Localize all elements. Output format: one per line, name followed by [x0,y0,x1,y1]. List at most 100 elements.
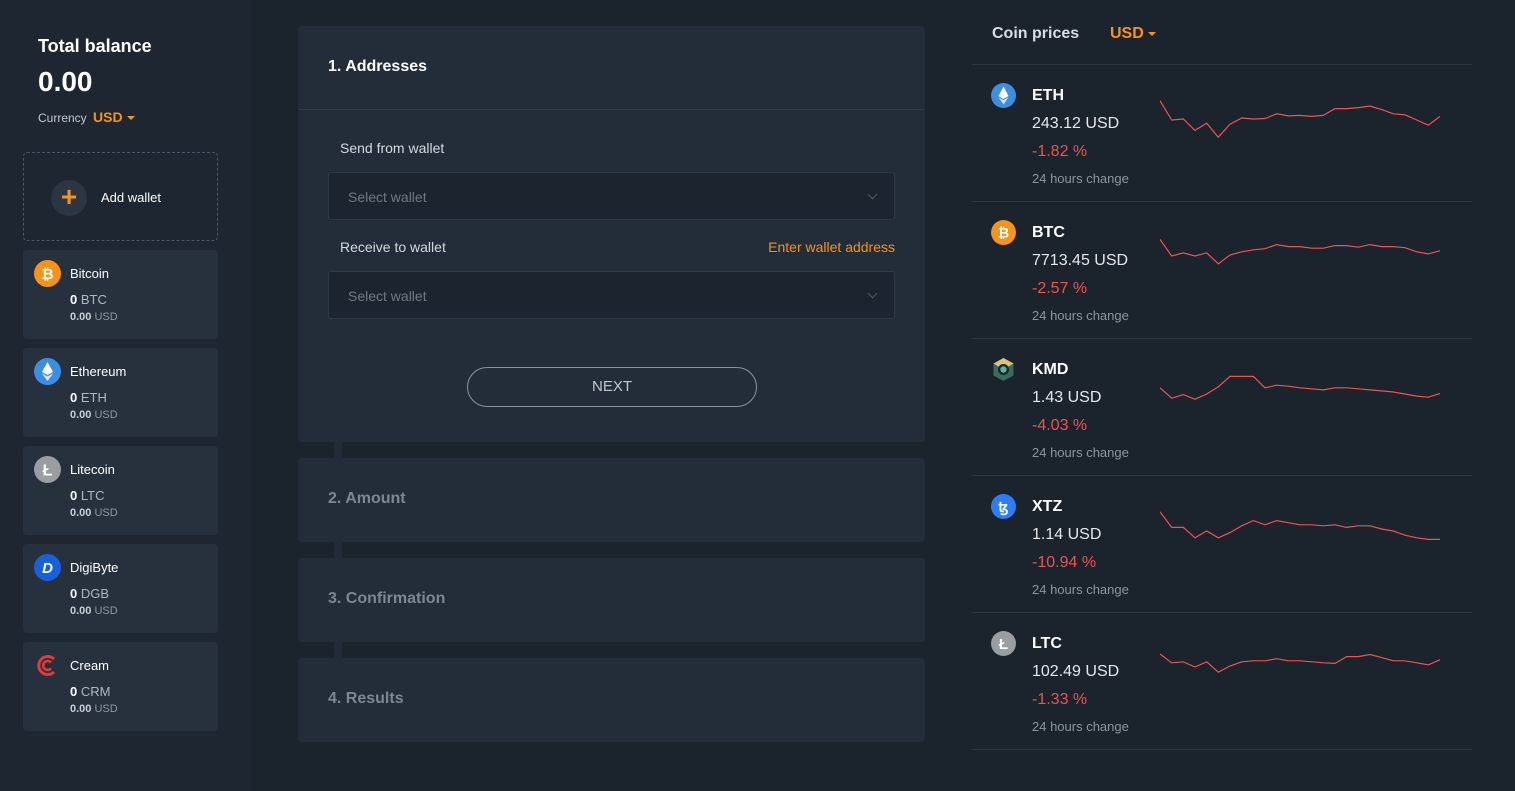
wallet-usd: 0.00 USD [70,409,118,421]
coin-price: 7713.45 USD [1032,252,1129,269]
sparkline-series [1160,511,1440,541]
currency-dropdown[interactable]: USD [93,109,135,125]
coin-change-label: 24 hours change [1032,171,1129,186]
caret-down-icon [1147,31,1156,36]
enter-wallet-address-link[interactable]: Enter wallet address [768,239,895,255]
wallet-usd-value: 0.00 [70,605,92,617]
add-wallet-button[interactable]: + Add wallet [23,152,218,241]
currency-label: Currency [38,111,87,125]
svg-text:₿: ₿ [998,225,1009,241]
send-from-placeholder: Select wallet [348,189,427,205]
wallet-usd-value: 0.00 [70,409,92,421]
wallet-usd: 0.00 USD [70,507,118,519]
plus-icon: + [51,180,87,216]
wallet-name: Cream [70,658,110,673]
wallet-amount: 0 LTC [70,488,104,503]
divider [972,749,1472,750]
wallet-card-cream[interactable]: Cream 0 CRM 0.00 USD [23,642,218,731]
wallet-usd-value: 0.00 [70,703,92,715]
step-connector [334,542,342,558]
wallet-usd: 0.00 USD [70,703,118,715]
wallet-symbol: ETH [80,390,107,405]
wallet-amount: 0 BTC [70,292,107,307]
sparkline-chart [1160,100,1440,139]
step-addresses-panel: 1. Addresses Send from wallet Select wal… [298,26,925,442]
wallet-amount: 0 DGB [70,586,109,601]
coin-price: 1.14 USD [1032,526,1102,543]
bitcoin-icon: ₿ [34,260,61,287]
step-amount-panel[interactable]: 2. Amount [298,458,925,542]
svg-text:₿: ₿ [41,266,53,283]
wallet-amount-value: 0 [70,390,78,405]
coin-symbol: ETH [1032,87,1064,104]
wallet-usd-value: 0.00 [70,311,92,323]
komodo-icon [993,358,1014,381]
wallet-usd-label: USD [94,311,118,323]
wallet-usd: 0.00 USD [70,605,118,617]
coin-change: -10.94 % [1032,554,1097,571]
coin-change: -4.03 % [1032,417,1088,434]
wallet-amount-value: 0 [70,292,78,307]
bitcoin-icon: ₿ [991,220,1016,245]
digibyte-icon: D [34,554,61,581]
receive-to-placeholder: Select wallet [348,288,427,304]
next-button[interactable]: NEXT [467,367,757,407]
wallet-symbol: CRM [80,684,111,699]
ethereum-icon [991,83,1016,108]
sparkline-series [1160,375,1440,400]
coin-change: -1.82 % [1032,143,1088,160]
step-results-title: 4. Results [328,690,404,707]
coin-row-ltc: Ł LTC 102.49 USD -1.33 % 24 hours change [972,613,1472,750]
wallet-amount-value: 0 [70,586,78,601]
wallet-card-bitcoin[interactable]: ₿ Bitcoin 0 BTC 0.00 USD [23,250,218,339]
wallet-amount: 0 CRM [70,684,110,699]
prices-currency-value: USD [1110,25,1144,42]
step-addresses-title: 1. Addresses [328,58,428,75]
cream-icon [37,655,56,676]
wallet-card-litecoin[interactable]: Ł Litecoin 0 LTC 0.00 USD [23,446,218,535]
sparkline-series [1160,239,1440,265]
wallet-card-digibyte[interactable]: D DigiByte 0 DGB 0.00 USD [23,544,218,633]
wallet-usd-label: USD [94,507,118,519]
sparkline-chart [1160,239,1440,265]
add-wallet-label: Add wallet [101,190,161,205]
wallet-name: Bitcoin [70,266,110,281]
coin-row-eth: ETH 243.12 USD -1.82 % 24 hours change [972,65,1472,202]
ethereum-icon [34,358,61,385]
currency-value: USD [93,109,123,125]
coin-price: 102.49 USD [1032,663,1120,680]
svg-text:ꜩ: ꜩ [999,499,1009,516]
wallet-amount: 0 ETH [70,390,107,405]
step-results-panel[interactable]: 4. Results [298,658,925,742]
wallet-usd-label: USD [94,703,118,715]
coin-row-btc: ₿ BTC 7713.45 USD -2.57 % 24 hours chang… [972,202,1472,339]
step-confirmation-panel[interactable]: 3. Confirmation [298,558,925,642]
coin-symbol: XTZ [1032,498,1063,515]
step-addresses-header: 1. Addresses [298,26,925,110]
wallet-name: DigiByte [70,560,119,575]
svg-text:Ł: Ł [999,636,1008,653]
chevron-down-icon [867,288,878,299]
send-from-label: Send from wallet [340,140,445,156]
coin-row-kmd: KMD 1.43 USD -4.03 % 24 hours change [972,339,1472,476]
currency-selector: Currency USD [38,109,135,125]
wallet-name: Litecoin [70,462,115,477]
chevron-down-icon [867,189,878,200]
wallet-usd: 0.00 USD [70,311,118,323]
prices-currency-dropdown[interactable]: USD [1110,25,1156,43]
coin-prices-title: Coin prices [992,25,1080,42]
sparkline-series [1160,653,1440,673]
coin-change-label: 24 hours change [1032,445,1129,460]
send-from-wallet-select[interactable]: Select wallet [328,172,895,220]
step-connector [334,642,342,658]
coin-price: 243.12 USD [1032,115,1120,132]
receive-to-wallet-select[interactable]: Select wallet [328,271,895,319]
wallet-card-ethereum[interactable]: Ethereum 0 ETH 0.00 USD [23,348,218,437]
coin-change-label: 24 hours change [1032,308,1129,323]
svg-text:Ł: Ł [43,463,53,480]
wallet-name: Ethereum [70,364,127,379]
step-confirmation-title: 3. Confirmation [328,590,446,607]
step-amount-title: 2. Amount [328,490,406,507]
total-balance-title: Total balance [38,36,152,56]
wallet-amount-value: 0 [70,684,78,699]
